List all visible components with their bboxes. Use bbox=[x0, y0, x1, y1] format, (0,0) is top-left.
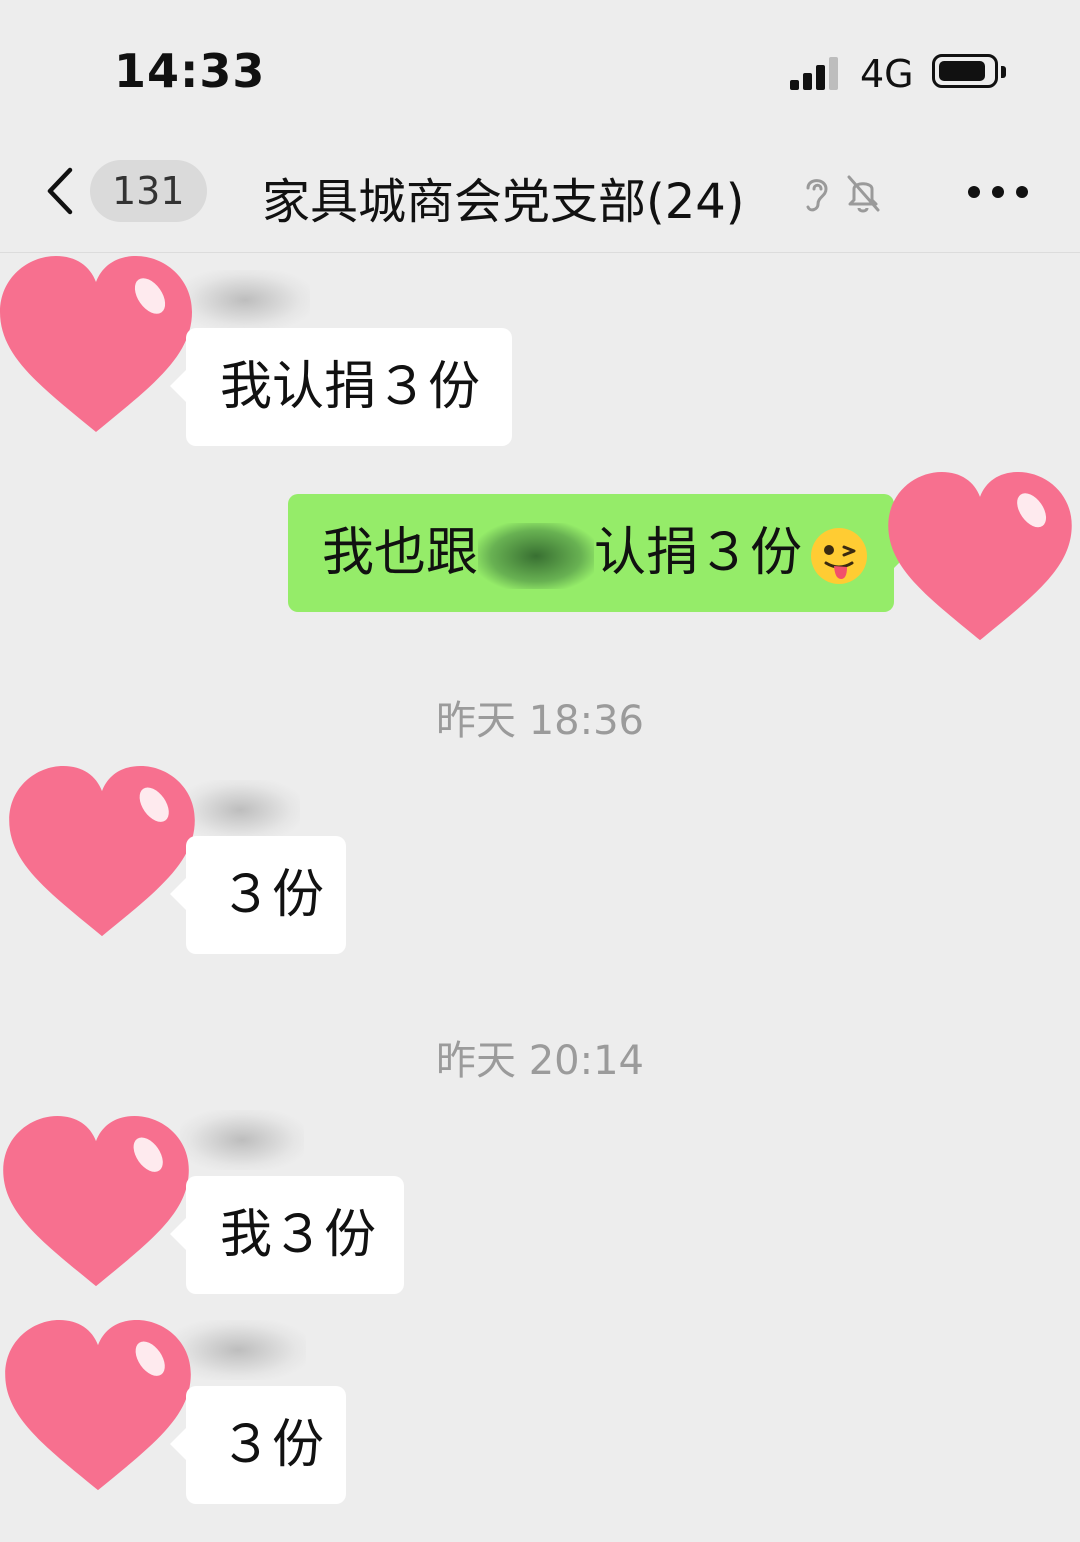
signal-icon bbox=[790, 54, 844, 90]
message-text-part: 认捐３份 bbox=[594, 523, 803, 583]
avatar-heart-sticker[interactable] bbox=[0, 1116, 192, 1290]
redacted-smudge bbox=[478, 523, 595, 589]
chat-header: 131 家具城商会党支部(24) bbox=[0, 130, 1080, 253]
battery-icon bbox=[932, 54, 1006, 88]
chat-timestamp: 昨天 18:36 bbox=[436, 698, 644, 744]
sender-name-blurred bbox=[180, 270, 310, 330]
message-bubble-self[interactable]: 我也跟 认捐３份 bbox=[288, 494, 910, 612]
message-bubble[interactable]: 我３份 bbox=[170, 1176, 404, 1294]
avatar-heart-sticker[interactable] bbox=[6, 766, 198, 940]
chat-title: 家具城商会党支部(24) bbox=[262, 174, 745, 230]
back-icon[interactable] bbox=[44, 166, 74, 216]
message-bubble[interactable]: 我认捐３份 bbox=[170, 328, 512, 446]
avatar-heart-sticker[interactable] bbox=[0, 256, 192, 436]
ear-icon bbox=[806, 179, 828, 212]
message-bubble[interactable]: ３份 bbox=[170, 1386, 346, 1504]
unread-count-badge[interactable]: 131 bbox=[90, 160, 207, 222]
network-label: 4G bbox=[860, 52, 914, 96]
avatar-heart-sticker[interactable] bbox=[2, 1320, 194, 1494]
sender-name-blurred bbox=[180, 1110, 304, 1170]
more-options-icon[interactable] bbox=[968, 186, 1028, 200]
message-text-part: 我也跟 bbox=[322, 523, 479, 583]
status-time: 14:33 bbox=[114, 44, 266, 98]
muted-bell-icon bbox=[847, 175, 880, 213]
chat-screen: 14:33 4G 131 家具城商会党支部(24) 我认捐３份 我也跟 认捐３份 bbox=[0, 0, 1080, 1542]
message-bubble[interactable]: ３份 bbox=[170, 836, 346, 954]
sender-name-blurred bbox=[180, 780, 300, 840]
chat-timestamp: 昨天 20:14 bbox=[436, 1038, 644, 1084]
winking-tongue-emoji-icon bbox=[811, 528, 868, 584]
avatar-heart-sticker[interactable] bbox=[884, 472, 1076, 644]
